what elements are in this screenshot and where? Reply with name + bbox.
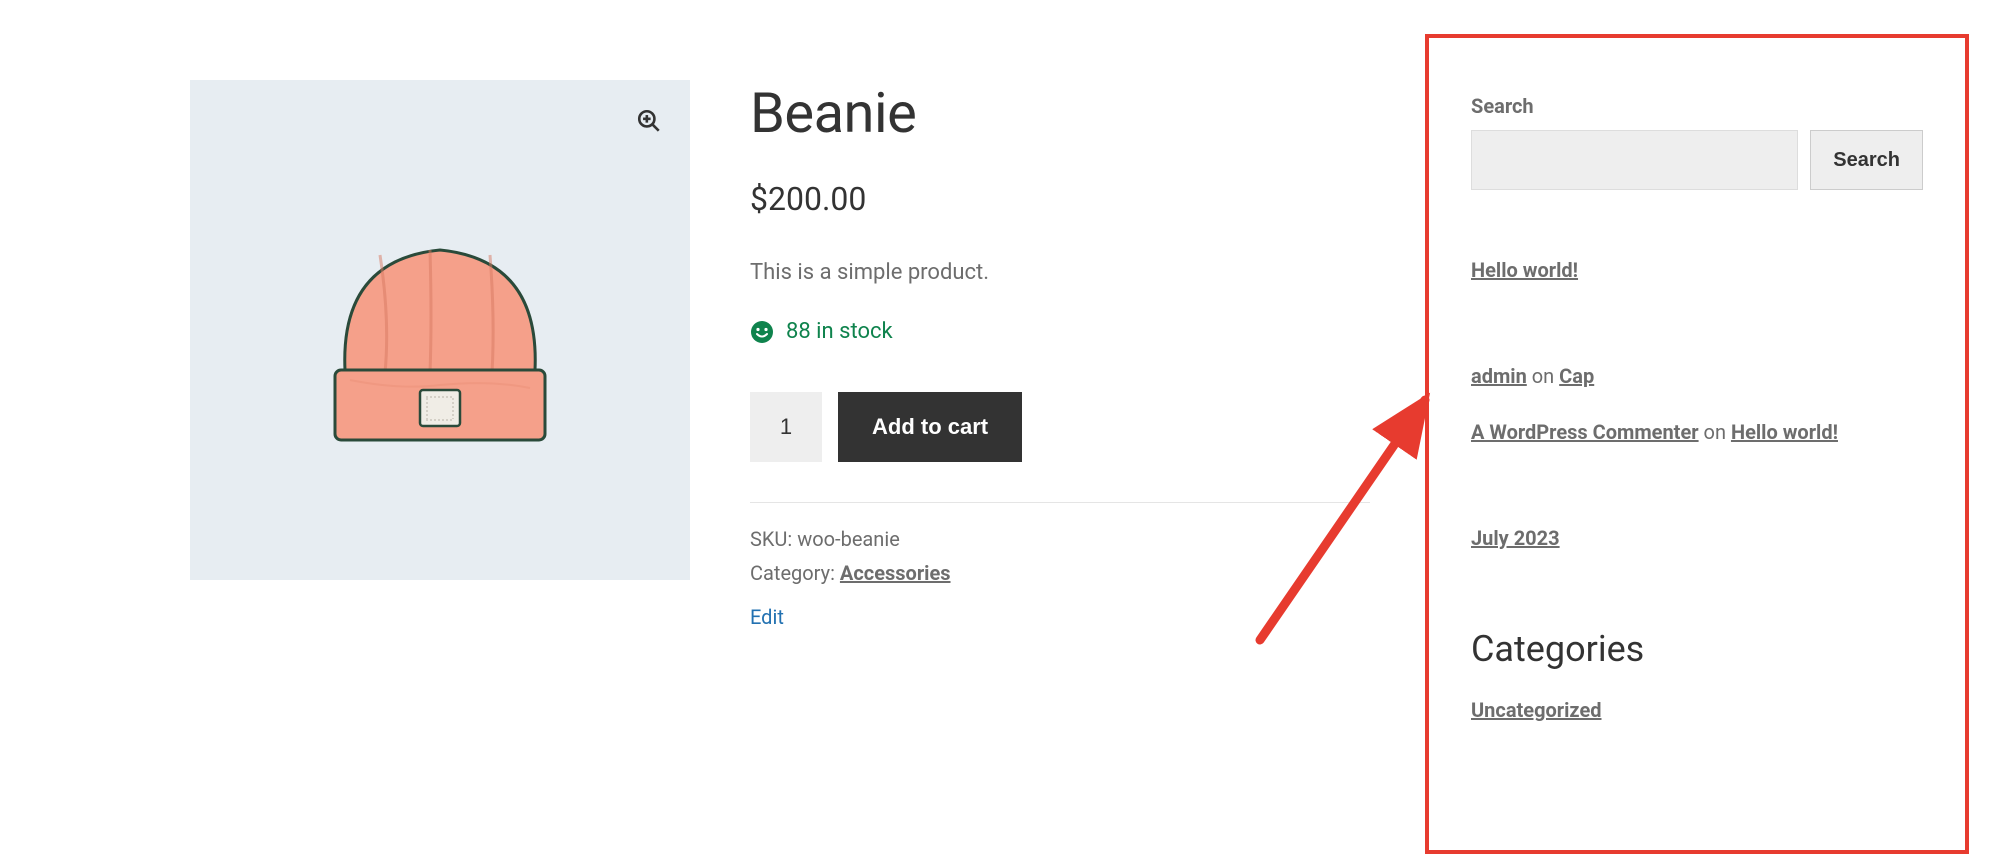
category-widget-link[interactable]: Uncategorized (1471, 698, 1923, 722)
sidebar-widget-area: Search Search Hello world! admin on Cap … (1425, 34, 1969, 854)
comment-post-link[interactable]: Cap (1559, 364, 1594, 388)
stock-text: 88 in stock (786, 319, 893, 344)
product-details: Beanie $200.00 This is a simple product.… (750, 80, 1370, 629)
product-image[interactable] (190, 80, 690, 580)
search-widget: Search (1471, 130, 1923, 190)
add-to-cart-button[interactable]: Add to cart (838, 392, 1022, 462)
search-widget-label: Search (1471, 94, 1923, 118)
meta-divider (750, 502, 1370, 503)
comment-on-text: on (1699, 420, 1731, 444)
stock-status: 88 in stock (750, 319, 1370, 344)
smile-icon (750, 320, 774, 344)
archive-link[interactable]: July 2023 (1471, 526, 1923, 550)
category-label: Category: (750, 561, 835, 585)
categories-heading: Categories (1471, 628, 1923, 670)
cart-form: Add to cart (750, 392, 1370, 462)
recent-post-link[interactable]: Hello world! (1471, 258, 1923, 282)
comment-author-link[interactable]: admin (1471, 364, 1527, 388)
product-title: Beanie (750, 80, 1370, 146)
product-price: $200.00 (750, 180, 1370, 218)
zoom-icon[interactable] (630, 102, 668, 140)
quantity-input[interactable] (750, 392, 822, 462)
comment-author-link[interactable]: A WordPress Commenter (1471, 420, 1699, 444)
search-input[interactable] (1471, 130, 1798, 190)
recent-comment-1: admin on Cap (1471, 360, 1923, 392)
sku-value: woo-beanie (797, 527, 900, 551)
product-description: This is a simple product. (750, 260, 1370, 285)
edit-link[interactable]: Edit (750, 605, 784, 629)
category-line: Category: Accessories (750, 561, 1370, 585)
sku-label: SKU: (750, 527, 792, 551)
comment-post-link[interactable]: Hello world! (1731, 420, 1838, 444)
search-button[interactable]: Search (1810, 130, 1923, 190)
sku-line: SKU: woo-beanie (750, 527, 1370, 551)
category-link[interactable]: Accessories (840, 561, 951, 585)
recent-comment-2: A WordPress Commenter on Hello world! (1471, 416, 1923, 448)
beanie-illustration (290, 180, 590, 480)
comment-on-text: on (1527, 364, 1559, 388)
